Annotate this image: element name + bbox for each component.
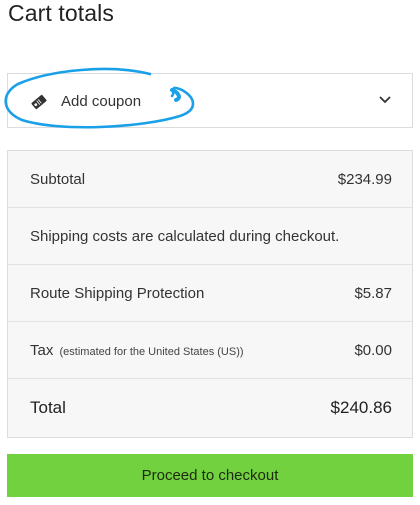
route-protection-row: Route Shipping Protection $5.87: [8, 265, 412, 322]
shipping-info-row: Shipping costs are calculated during che…: [8, 208, 412, 265]
total-label: Total: [30, 398, 66, 417]
shipping-info-text: Shipping costs are calculated during che…: [30, 228, 340, 245]
cart-totals-heading: Cart totals: [8, 0, 114, 26]
tax-note: (estimated for the United States (US)): [59, 346, 244, 358]
tax-row: Tax (estimated for the United States (US…: [8, 322, 412, 379]
total-row: Total $240.86: [8, 379, 412, 437]
subtotal-value: $234.99: [337, 171, 392, 188]
subtotal-row: Subtotal $234.99: [8, 151, 412, 208]
add-coupon-label: Add coupon: [61, 93, 142, 110]
chevron-down-icon[interactable]: [378, 95, 392, 105]
tax-value: $0.00: [354, 342, 392, 359]
route-protection-value: $5.87: [354, 285, 392, 302]
coupon-tag-icon: [31, 94, 47, 110]
tax-label: Tax: [30, 342, 54, 359]
subtotal-label: Subtotal: [30, 171, 86, 188]
add-coupon-toggle[interactable]: Add coupon: [7, 73, 413, 128]
proceed-to-checkout-button[interactable]: Proceed to checkout: [7, 454, 413, 497]
route-protection-label: Route Shipping Protection: [30, 285, 205, 302]
total-value: $240.86: [330, 398, 392, 417]
cart-totals-table: Subtotal $234.99 Shipping costs are calc…: [7, 150, 413, 438]
tax-label-group: Tax (estimated for the United States (US…: [30, 342, 244, 359]
